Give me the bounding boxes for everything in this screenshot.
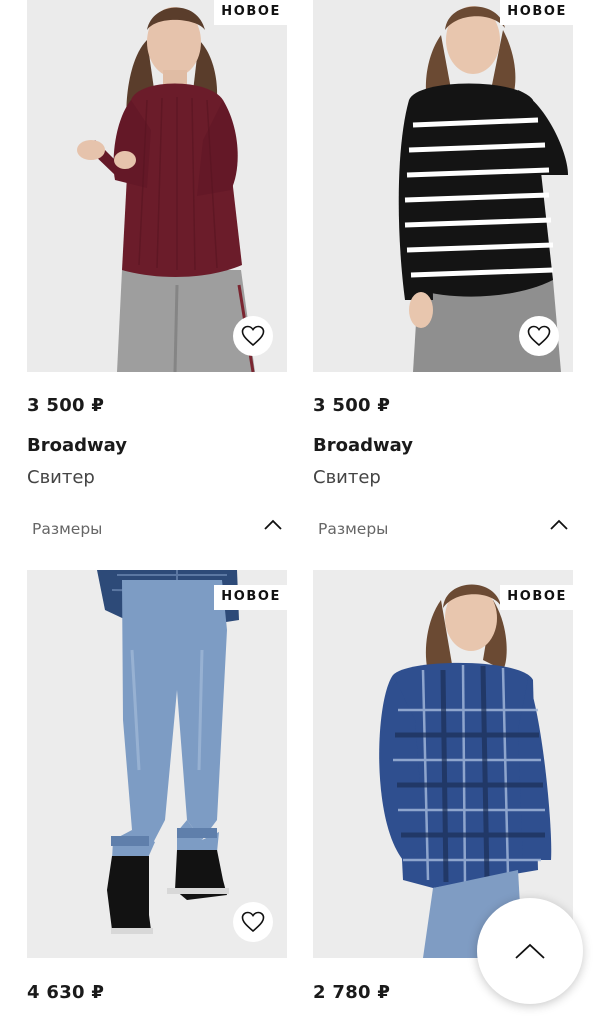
favorite-button[interactable] [519, 316, 559, 356]
sizes-toggle[interactable]: Размеры [318, 520, 388, 538]
favorite-button[interactable] [233, 316, 273, 356]
product-card[interactable]: НОВОЕ 3 500 ₽ Broadway Свитер Размеры [27, 0, 287, 538]
product-price: 4 630 ₽ [27, 982, 105, 1003]
product-photo-jeans [27, 570, 287, 958]
heart-outline-icon [241, 911, 265, 933]
chevron-up-icon[interactable] [263, 518, 283, 532]
heart-outline-icon [527, 325, 551, 347]
product-image[interactable]: НОВОЕ [27, 0, 287, 372]
product-image[interactable]: НОВОЕ [313, 0, 573, 372]
product-grid: НОВОЕ 3 500 ₽ Broadway Свитер Размеры НО… [0, 0, 600, 1020]
new-badge: НОВОЕ [214, 0, 287, 25]
sizes-toggle[interactable]: Размеры [32, 520, 102, 538]
product-type: Свитер [27, 467, 95, 488]
product-type: Свитер [313, 467, 381, 488]
new-badge: НОВОЕ [500, 0, 573, 25]
chevron-up-icon [515, 943, 545, 959]
product-image[interactable]: НОВОЕ [27, 570, 287, 958]
scroll-to-top-button[interactable] [477, 898, 583, 1004]
favorite-button[interactable] [233, 902, 273, 942]
product-card[interactable]: НОВОЕ 3 500 ₽ Broadway Свитер Размеры [313, 0, 573, 538]
product-brand[interactable]: Broadway [313, 435, 413, 456]
chevron-up-icon[interactable] [549, 518, 569, 532]
product-price: 3 500 ₽ [27, 395, 105, 416]
product-price: 2 780 ₽ [313, 982, 391, 1003]
product-card[interactable]: НОВОЕ 4 630 ₽ [27, 570, 287, 1003]
new-badge: НОВОЕ [214, 585, 287, 610]
product-price: 3 500 ₽ [313, 395, 391, 416]
heart-outline-icon [241, 325, 265, 347]
product-brand[interactable]: Broadway [27, 435, 127, 456]
new-badge: НОВОЕ [500, 585, 573, 610]
